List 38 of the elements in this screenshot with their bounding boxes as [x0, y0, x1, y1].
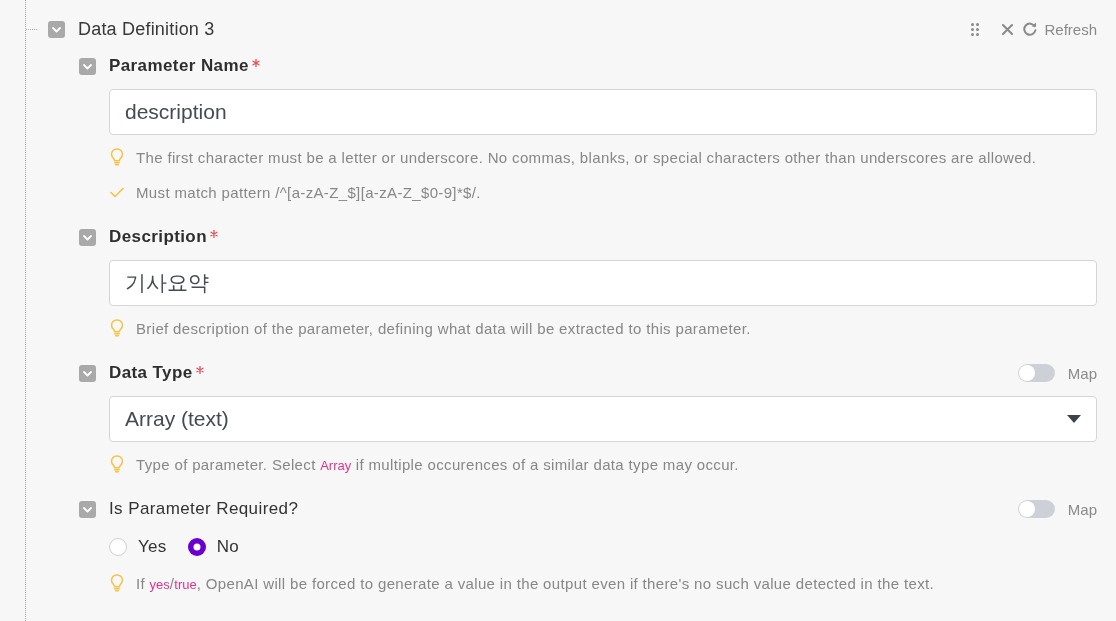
hint-text: If yes/true, OpenAI will be forced to generate a value in the output even if there's no such value detected in the text. [136, 574, 935, 592]
hint-text: Must match pattern /^[a-zA-Z_$][a-zA-Z_$0-9]*$/. [136, 183, 481, 201]
text-field[interactable]: 기사요약 [109, 260, 1097, 306]
caret-down-icon [1067, 415, 1081, 423]
field-label: Description [109, 227, 207, 247]
radio-label[interactable]: No [216, 537, 239, 557]
drag-handle-icon[interactable] [971, 22, 980, 36]
required-asterisk-icon [209, 229, 218, 238]
refresh-icon [1023, 22, 1038, 36]
check-icon [110, 186, 124, 198]
section-title: Data Definition 3 [78, 18, 215, 40]
required-asterisk-icon [251, 58, 260, 67]
collapse-toggle-icon[interactable] [79, 57, 96, 75]
required-asterisk-icon [195, 365, 204, 374]
dropdown-field[interactable]: Array (text) [109, 396, 1097, 442]
field-label: Parameter Name [109, 56, 249, 76]
lightbulb-icon [110, 319, 124, 337]
close-icon[interactable] [1002, 23, 1014, 35]
hint-text: Type of parameter. Select Array if multiple occurences of a similar data type may occur. [136, 455, 739, 473]
lightbulb-icon [110, 148, 124, 166]
collapse-toggle-icon[interactable] [79, 228, 96, 246]
field-label: Is Parameter Required? [109, 499, 299, 519]
map-toggle[interactable] [1017, 500, 1055, 518]
lightbulb-icon [110, 455, 124, 473]
collapse-toggle-icon[interactable] [48, 20, 65, 38]
radio-button[interactable] [187, 538, 206, 556]
radio-label[interactable]: Yes [138, 537, 167, 557]
radio-button[interactable] [109, 538, 127, 556]
map-label: Map [1067, 500, 1097, 518]
map-label: Map [1067, 364, 1097, 382]
lightbulb-icon [110, 574, 124, 592]
field-label: Data Type [109, 363, 193, 383]
hint-text: Brief description of the parameter, defining what data will be extracted to this parameter. [136, 319, 751, 337]
text-field[interactable]: description [109, 89, 1097, 135]
collapse-toggle-icon[interactable] [79, 500, 96, 518]
map-toggle[interactable] [1017, 364, 1055, 382]
collapse-toggle-icon[interactable] [79, 364, 96, 382]
hint-text: The first character must be a letter or underscore. No commas, blanks, or special characters other than underscores are allowed. [136, 148, 1037, 166]
